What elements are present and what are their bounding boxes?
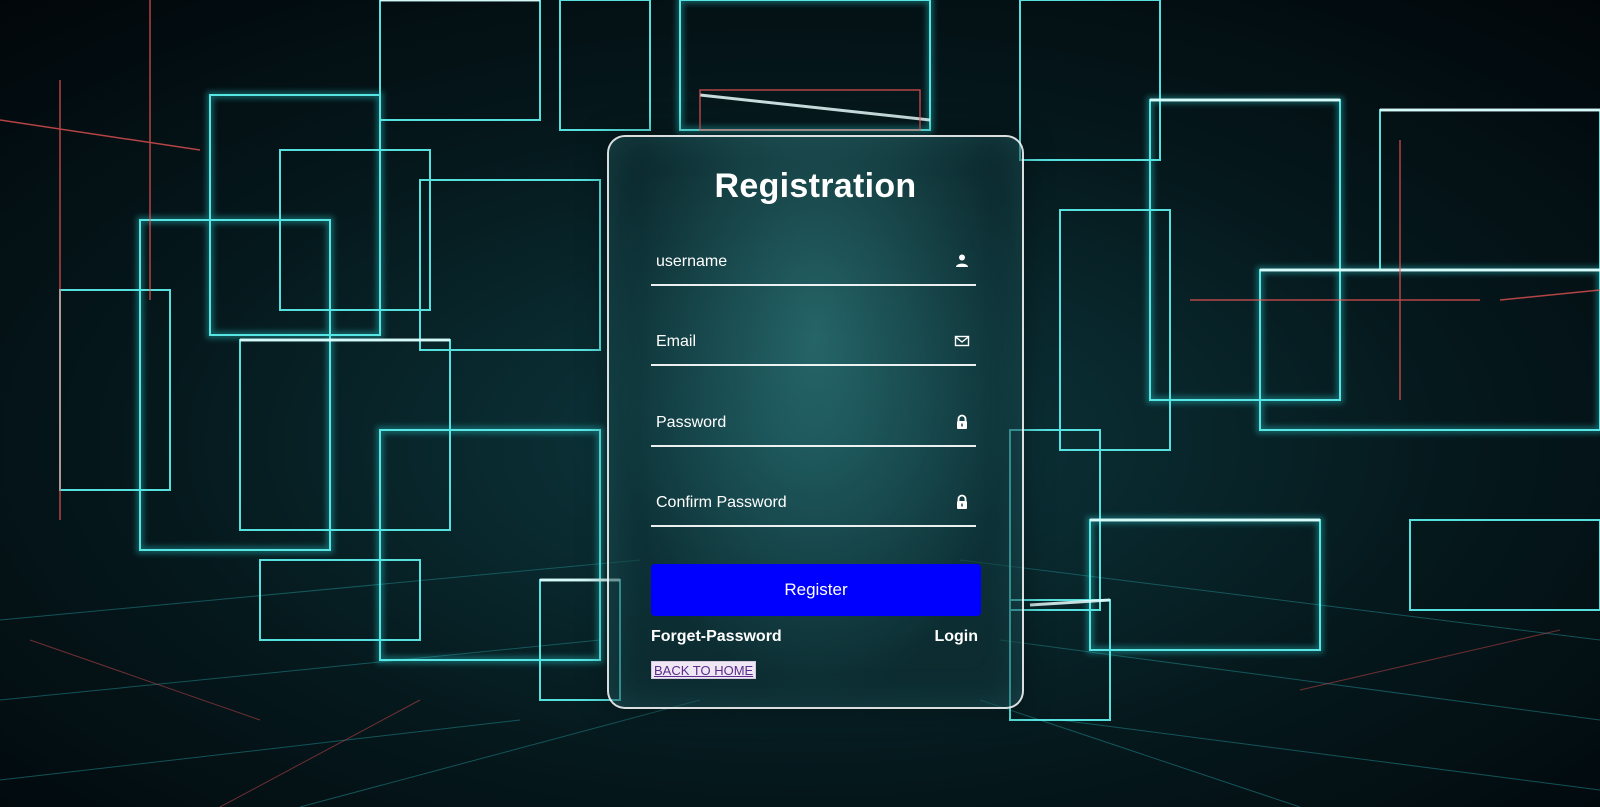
page: Registration username Email Register For…: [0, 0, 1600, 807]
confirm-password-input[interactable]: [651, 481, 941, 525]
lock-icon: [957, 414, 967, 429]
email-input[interactable]: [651, 320, 941, 364]
confirm-password-field: [651, 481, 976, 527]
email-field: [651, 320, 976, 366]
password-input[interactable]: [651, 401, 941, 445]
user-icon: [956, 254, 968, 267]
password-field: [651, 401, 976, 447]
username-field: [651, 240, 976, 286]
register-button[interactable]: Register: [651, 564, 981, 616]
forget-password-link[interactable]: Forget-Password: [651, 628, 782, 646]
lock-icon: [957, 494, 967, 509]
username-input[interactable]: [651, 240, 941, 284]
login-link[interactable]: Login: [934, 628, 978, 646]
registration-card: Registration username Email Register For…: [607, 135, 1024, 709]
envelope-icon: [954, 335, 970, 347]
form-title: Registration: [714, 167, 917, 205]
back-to-home-link[interactable]: BACK TO HOME: [651, 661, 757, 679]
